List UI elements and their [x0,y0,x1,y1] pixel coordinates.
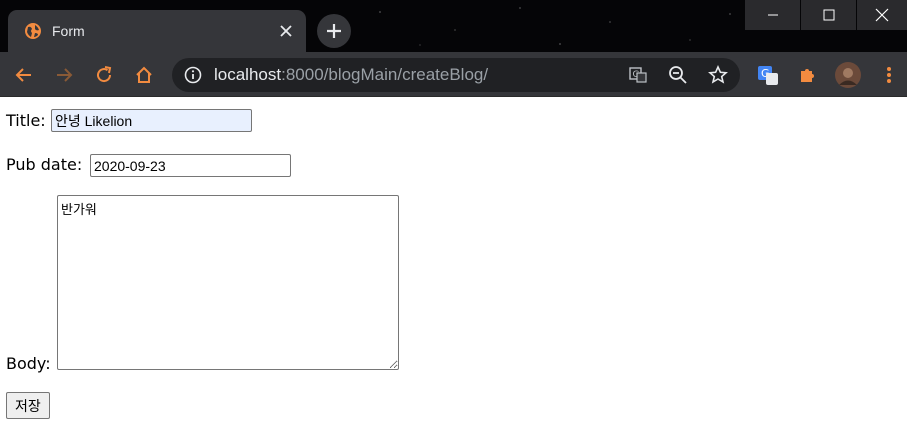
back-arrow-icon [15,68,31,82]
minimize-button[interactable] [745,0,800,30]
maximize-icon [823,9,834,21]
info-icon[interactable] [184,66,202,84]
forward-button[interactable] [51,62,77,88]
close-tab-icon[interactable] [276,21,296,41]
body-label: Body: [6,354,51,373]
tab-form[interactable]: Form [8,10,306,52]
reload-icon [97,66,112,83]
pub-date-label: Pub date: [6,155,83,174]
globe-icon [24,22,42,40]
body-textarea[interactable]: 반가워 [57,195,399,370]
browser-toolbar: localhost:8000/blogMain/createBlog/ G G [0,52,907,97]
close-icon [875,8,889,22]
forward-arrow-icon [57,68,73,82]
bookmark-star-icon[interactable] [708,65,728,85]
back-button[interactable] [11,62,37,88]
save-button[interactable]: 저장 [6,392,50,419]
close-window-button[interactable] [857,0,907,30]
title-input[interactable] [51,109,252,132]
home-icon [136,66,152,83]
maximize-button[interactable] [801,0,856,30]
tab-strip: Form [0,0,907,52]
new-tab-button[interactable] [317,14,351,48]
home-button[interactable] [131,62,157,88]
url-text[interactable]: localhost:8000/blogMain/createBlog/ [214,65,488,85]
extensions-puzzle-icon[interactable] [795,62,821,88]
title-label: Title: [6,111,46,130]
page-content: Title: Pub date: Body: 반가워 저장 [0,98,907,435]
url-host: localhost [214,65,282,84]
zoom-icon[interactable] [668,65,688,85]
translate-icon[interactable]: G [628,65,648,85]
plus-icon [327,24,341,38]
minimize-icon [767,14,778,16]
address-bar[interactable]: localhost:8000/blogMain/createBlog/ G [172,58,740,92]
pub-date-input[interactable] [90,154,291,177]
more-menu-icon[interactable] [876,62,902,88]
profile-avatar[interactable] [835,62,861,88]
url-path: :8000/blogMain/createBlog/ [281,65,489,84]
tab-title: Form [52,23,85,39]
google-translate-extension-icon[interactable]: G [755,62,781,88]
reload-button[interactable] [91,62,117,88]
